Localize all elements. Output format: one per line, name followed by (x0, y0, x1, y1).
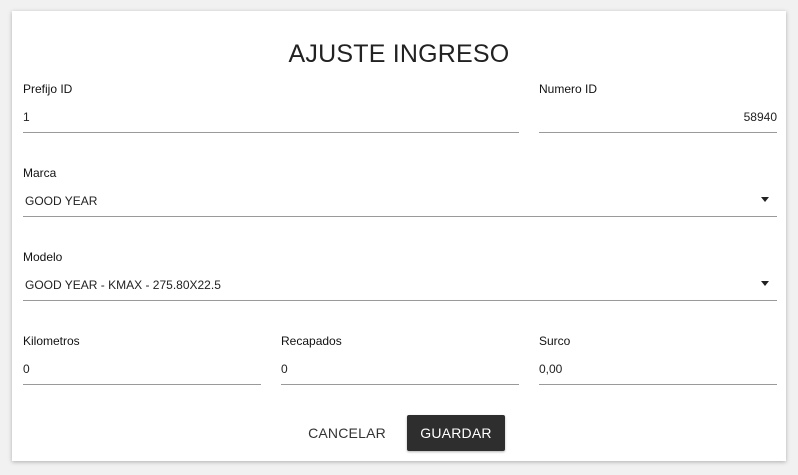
surco-label: Surco (539, 334, 571, 348)
kilometros-underline (23, 384, 261, 385)
numero-id-field[interactable]: Numero ID 58940 (539, 82, 777, 140)
dropdown-arrow-icon[interactable] (761, 281, 769, 286)
numero-id-label: Numero ID (539, 82, 598, 96)
prefijo-id-field[interactable]: Prefijo ID 1 (23, 82, 519, 140)
ajuste-ingreso-dialog: AJUSTE INGRESO Prefijo ID 1 Numero ID 58… (12, 11, 786, 461)
modelo-selected-value[interactable]: GOOD YEAR - KMAX - 275.80X22.5 (25, 278, 221, 292)
kilometros-field[interactable]: Kilometros 0 (23, 334, 261, 392)
recapados-input[interactable]: 0 (281, 362, 288, 376)
marca-selected-value[interactable]: GOOD YEAR (25, 194, 97, 208)
dropdown-arrow-icon[interactable] (761, 197, 769, 202)
dialog-title: AJUSTE INGRESO (288, 40, 510, 68)
recapados-field[interactable]: Recapados 0 (281, 334, 519, 392)
prefijo-id-input[interactable]: 1 (23, 110, 30, 124)
marca-select[interactable]: Marca GOOD YEAR (23, 166, 777, 224)
surco-field[interactable]: Surco 0,00 (539, 334, 777, 392)
save-button[interactable]: GUARDAR (407, 415, 505, 451)
surco-underline (539, 384, 777, 385)
modelo-select[interactable]: Modelo GOOD YEAR - KMAX - 275.80X22.5 (23, 250, 777, 308)
prefijo-id-label: Prefijo ID (23, 82, 73, 96)
prefijo-id-underline (23, 132, 519, 133)
kilometros-input[interactable]: 0 (23, 362, 30, 376)
recapados-underline (281, 384, 519, 385)
marca-label: Marca (23, 166, 57, 180)
surco-input[interactable]: 0,00 (539, 362, 562, 376)
numero-id-underline (539, 132, 777, 133)
kilometros-label: Kilometros (23, 334, 80, 348)
cancel-button[interactable]: CANCELAR (302, 415, 392, 451)
numero-id-input[interactable]: 58940 (744, 110, 777, 124)
modelo-underline (23, 300, 777, 301)
modelo-label: Modelo (23, 250, 63, 264)
marca-underline (23, 216, 777, 217)
recapados-label: Recapados (281, 334, 342, 348)
